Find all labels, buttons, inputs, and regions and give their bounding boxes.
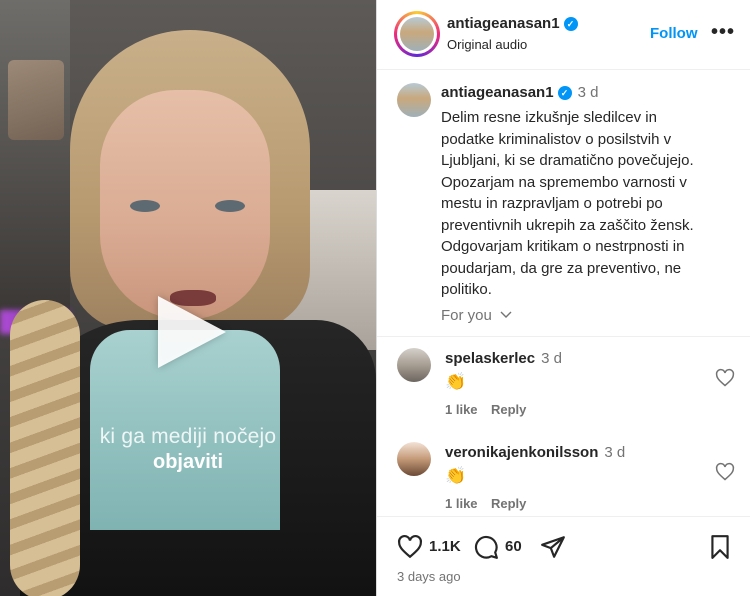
play-icon[interactable] xyxy=(158,296,226,368)
header-username[interactable]: antiageanasan1 ✓ xyxy=(447,15,578,32)
comment-time: 3 d xyxy=(604,444,626,461)
post-actions: 1.1K 60 3 days ago xyxy=(377,516,750,596)
comment-bubble-icon[interactable] xyxy=(473,534,499,560)
avatar[interactable] xyxy=(397,442,431,476)
original-audio-link[interactable]: Original audio xyxy=(447,37,527,52)
comment-text: 👏 xyxy=(445,466,467,485)
car-window-reflection xyxy=(8,60,64,140)
like-heart-icon[interactable] xyxy=(397,534,423,560)
likes-count[interactable]: 1.1K xyxy=(429,538,461,555)
comment-username[interactable]: spelaskerlec 3 d xyxy=(445,350,562,367)
chevron-down-icon xyxy=(500,311,512,318)
video-caption-line2: objaviti xyxy=(152,451,223,473)
car-window xyxy=(0,0,70,310)
bookmark-icon[interactable] xyxy=(709,534,731,560)
post-header: antiageanasan1 ✓ Original audio Follow ••… xyxy=(377,0,750,70)
heart-icon[interactable] xyxy=(715,368,735,388)
comment-item: spelaskerlec 3 d 👏 1 like Reply xyxy=(377,348,750,442)
comment-likes[interactable]: 1 like xyxy=(445,402,478,417)
avatar xyxy=(400,17,434,51)
reel-video[interactable]: ki ga mediji nočejo objaviti xyxy=(0,0,376,596)
verified-badge-icon: ✓ xyxy=(557,86,572,100)
reply-button[interactable]: Reply xyxy=(491,402,526,417)
video-caption-line1: ki ga mediji nočejo xyxy=(99,425,277,448)
avatar[interactable] xyxy=(397,348,431,382)
person-eye-right xyxy=(215,200,245,212)
caption-time: 3 d xyxy=(577,84,599,101)
story-ring-avatar[interactable] xyxy=(394,11,440,57)
comments-count[interactable]: 60 xyxy=(505,538,522,555)
caption-text: Delim resne izkušnje sledilcev in podatk… xyxy=(441,109,694,298)
follow-button[interactable]: Follow xyxy=(650,25,698,42)
comment-likes[interactable]: 1 like xyxy=(445,496,478,511)
more-options-icon[interactable]: ••• xyxy=(711,21,735,44)
verified-badge-icon: ✓ xyxy=(563,17,578,31)
comment-text: 👏 xyxy=(445,372,467,391)
header-username-text: antiageanasan1 xyxy=(447,15,560,32)
comment-username[interactable]: veronikajenkonilsson 3 d xyxy=(445,444,625,461)
for-you-dropdown[interactable]: For you xyxy=(441,307,512,324)
divider xyxy=(377,336,750,337)
heart-icon[interactable] xyxy=(715,462,735,482)
comment-time: 3 d xyxy=(541,350,562,367)
post-panel: antiageanasan1 ✓ Original audio Follow ••… xyxy=(376,0,750,596)
posted-time[interactable]: 3 days ago xyxy=(397,569,461,584)
caption-avatar[interactable] xyxy=(397,83,431,117)
caption-username[interactable]: antiageanasan1 ✓ 3 d xyxy=(441,84,598,101)
person-eye-left xyxy=(130,200,160,212)
share-send-icon[interactable] xyxy=(539,534,567,560)
reply-button[interactable]: Reply xyxy=(491,496,526,511)
